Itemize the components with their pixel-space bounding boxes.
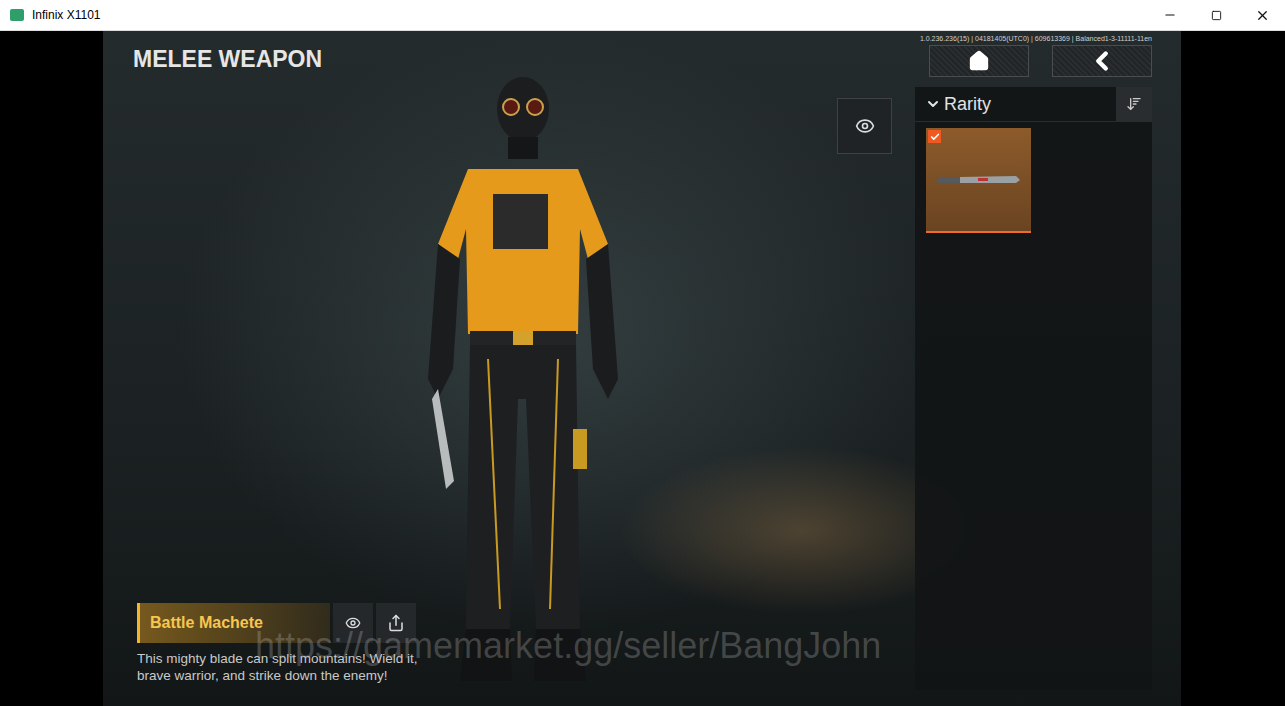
game-viewport: MELEE WEAPON 1.0.236.236(15) | 04181405(U… xyxy=(103,31,1181,706)
preview-stage: Battle MacheteThis mighty blade can spli… xyxy=(133,87,915,706)
build-info: 1.0.236.236(15) | 04181405(UTC0) | 60961… xyxy=(920,34,1152,44)
watermark: https://gamemarket.gg/seller/BangJohn xyxy=(255,625,881,667)
item-checkbox[interactable] xyxy=(928,130,941,143)
inventory-panel: Rarity xyxy=(915,87,1152,690)
chevron-down-icon xyxy=(925,96,941,112)
check-icon xyxy=(930,132,940,142)
rarity-filter[interactable]: Rarity xyxy=(915,87,1152,122)
machete-icon xyxy=(938,174,1020,186)
window-title: Infinix X1101 xyxy=(32,8,1147,22)
title-bar: Infinix X1101 xyxy=(0,0,1285,31)
item-card[interactable] xyxy=(926,128,1031,233)
minimize-button[interactable] xyxy=(1147,0,1193,30)
back-button[interactable] xyxy=(1052,45,1152,77)
letterbox-right xyxy=(1181,31,1285,706)
filter-label: Rarity xyxy=(944,94,1113,115)
app-icon xyxy=(10,9,24,21)
minimize-icon xyxy=(1163,8,1177,22)
letterbox-left xyxy=(0,31,103,706)
emulator-window: Infinix X1101 MELEE WEAPON 1.0.236.236(15)… xyxy=(0,0,1285,706)
maximize-icon xyxy=(1211,10,1222,21)
page-title: MELEE WEAPON xyxy=(133,46,322,73)
top-bar: MELEE WEAPON 1.0.236.236(15) | 04181405(U… xyxy=(133,31,1152,87)
back-icon xyxy=(1087,46,1117,76)
maximize-button[interactable] xyxy=(1193,0,1239,30)
view-toggle-button[interactable] xyxy=(837,98,892,154)
sort-button[interactable] xyxy=(1116,87,1152,121)
sort-icon xyxy=(1126,96,1142,112)
character-figure xyxy=(408,69,638,689)
home-button[interactable] xyxy=(929,45,1029,77)
home-icon xyxy=(968,50,990,72)
close-button[interactable] xyxy=(1239,0,1285,30)
close-icon xyxy=(1255,8,1270,23)
eye-icon xyxy=(855,116,875,136)
